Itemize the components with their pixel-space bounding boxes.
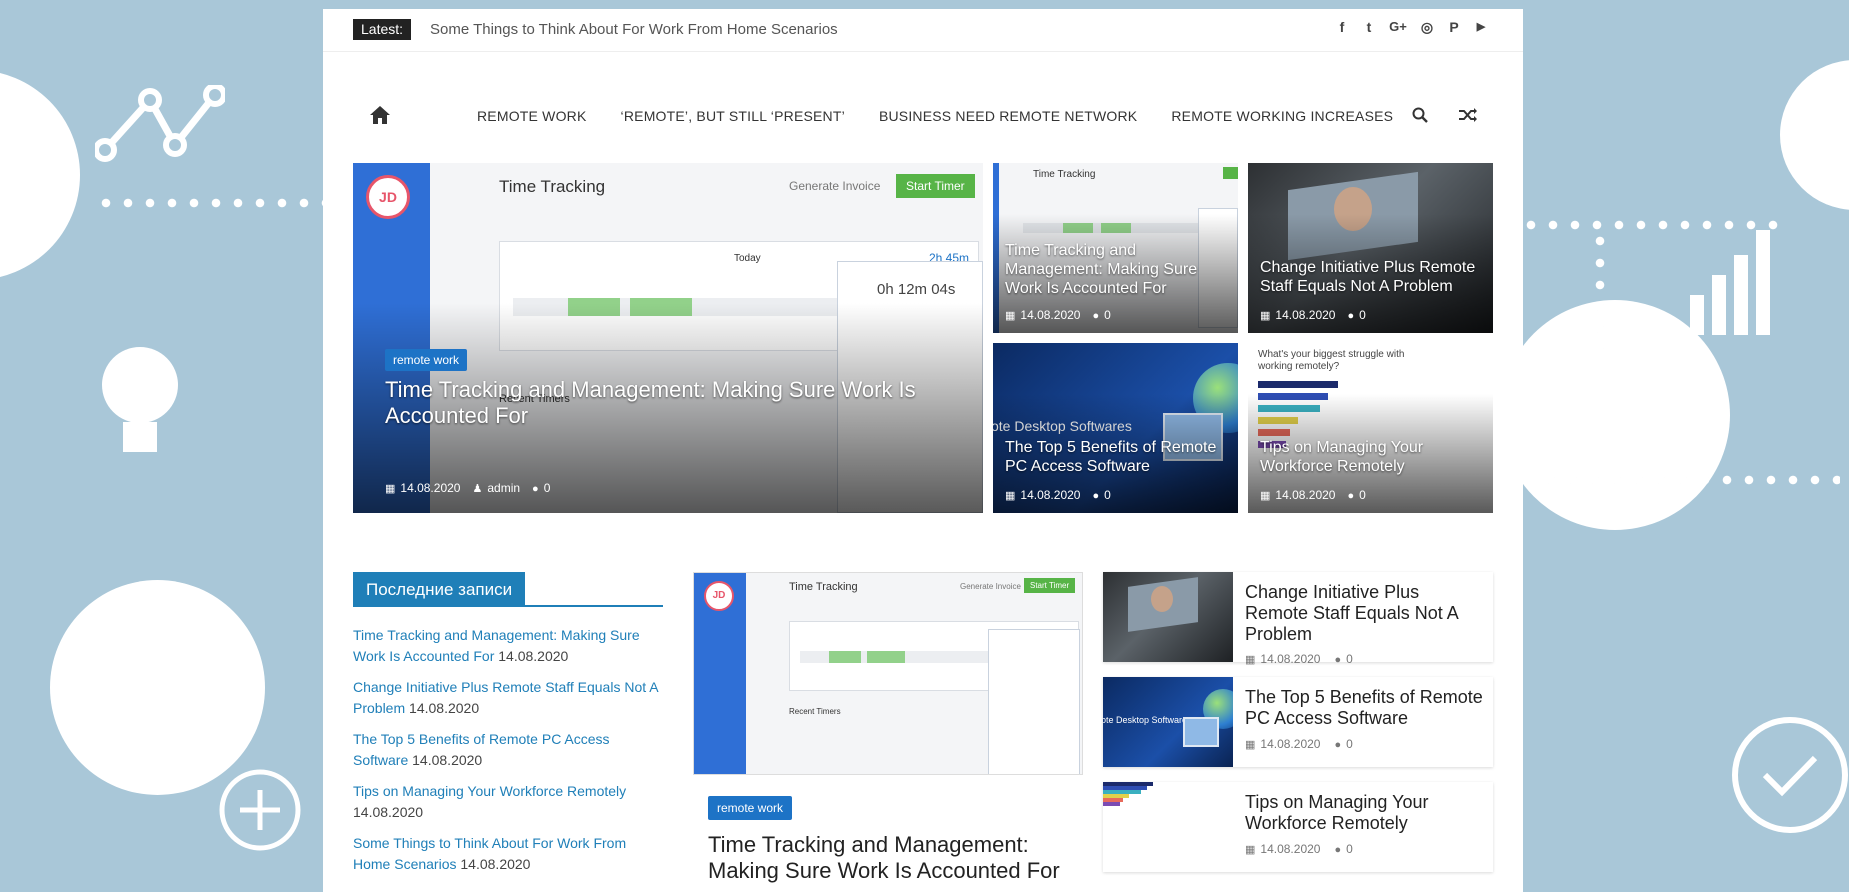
bg-dots	[1595, 230, 1605, 350]
category-pill[interactable]: remote work	[385, 349, 468, 371]
featured-main-post[interactable]: JD Time Tracking Generate Invoice Start …	[353, 163, 983, 513]
shuffle-icon[interactable]	[1458, 107, 1478, 123]
bg-stopwatch-icon	[1732, 717, 1848, 833]
featured-tile[interactable]: Time Tracking Time Tracking and Manageme…	[993, 163, 1238, 333]
comment-icon: ●	[1347, 490, 1355, 502]
comment-icon: ●	[1334, 654, 1342, 666]
screenshot-timer: 0h 12m 04s	[877, 281, 956, 298]
tile-title[interactable]: Time Tracking and Management: Making Sur…	[1005, 241, 1230, 298]
category-pill[interactable]: remote work	[708, 796, 793, 820]
bg-dots	[1540, 475, 1840, 485]
calendar-icon: ▦	[1005, 310, 1016, 322]
calendar-icon: ▦	[1245, 844, 1256, 856]
bg-avatar-circle	[50, 580, 265, 795]
bg-lightbulb-icon	[102, 347, 178, 452]
featured-tile[interactable]: Change Initiative Plus Remote Staff Equa…	[1248, 163, 1493, 333]
latest-headline-link[interactable]: Some Things to Think About For Work From…	[430, 19, 838, 40]
post-meta: ▦ 14.08.2020 ● 0	[1245, 737, 1353, 751]
bg-bar-chart-icon	[1690, 230, 1770, 335]
twitter-icon[interactable]: t	[1361, 19, 1377, 35]
tile-title[interactable]: The Top 5 Benefits of Remote PC Access S…	[1005, 438, 1230, 476]
post-title[interactable]: Tips on Managing Your Workforce Remotely	[1245, 792, 1485, 834]
calendar-icon: ▦	[1260, 490, 1271, 502]
page-container: Latest: Some Things to Think About For W…	[323, 9, 1523, 892]
list-item: The Top 5 Benefits of Remote PC Access S…	[353, 731, 610, 768]
bg-avatar-circle	[1780, 60, 1849, 210]
tile-meta: ▦ 14.08.2020 ● 0	[1005, 488, 1111, 502]
calendar-icon: ▦	[1005, 490, 1016, 502]
main-nav: REMOTE WORK ‘REMOTE’, BUT STILL ‘PRESENT…	[323, 53, 1523, 163]
post-thumbnail[interactable]: ote Desktop Softwares	[1103, 677, 1233, 767]
featured-main-meta: ▦ 14.08.2020 ♟ admin ● 0	[385, 481, 551, 495]
list-item: Time Tracking and Management: Making Sur…	[353, 627, 640, 664]
calendar-icon: ▦	[1245, 739, 1256, 751]
calendar-icon: ▦	[1260, 310, 1271, 322]
post-thumbnail[interactable]	[1103, 572, 1233, 662]
list-item[interactable]: Tips on Managing Your Workforce Remotely…	[1103, 782, 1493, 872]
tile-meta: ▦ 14.08.2020 ● 0	[1260, 308, 1366, 322]
center-post-image[interactable]: JD Time Tracking Generate Invoice Start …	[693, 572, 1083, 775]
screenshot-start-timer: Start Timer	[896, 174, 975, 198]
bg-dots	[95, 198, 325, 208]
instagram-icon[interactable]: ◎	[1419, 19, 1435, 35]
widget-title: Последние записи	[353, 572, 526, 607]
comment-icon: ●	[1347, 310, 1355, 322]
search-icon[interactable]	[1412, 107, 1428, 123]
tile-title[interactable]: Change Initiative Plus Remote Staff Equa…	[1260, 258, 1485, 296]
nav-item-remote-work[interactable]: REMOTE WORK	[477, 108, 587, 124]
comment-icon: ●	[1092, 490, 1100, 502]
latest-badge: Latest:	[353, 19, 412, 40]
post-title[interactable]: Change Initiative Plus Remote Staff Equa…	[1245, 582, 1485, 645]
tile-meta: ▦ 14.08.2020 ● 0	[1260, 488, 1366, 502]
post-thumbnail[interactable]	[1103, 782, 1233, 872]
google-plus-icon[interactable]: G+	[1388, 19, 1408, 35]
post-title[interactable]: The Top 5 Benefits of Remote PC Access S…	[1245, 687, 1485, 729]
user-icon: ♟	[472, 483, 483, 495]
list-item: Some Things to Think About For Work From…	[353, 835, 627, 872]
post-meta: ▦ 14.08.2020 ● 0	[1245, 652, 1353, 666]
avatar: JD	[366, 175, 410, 219]
list-item[interactable]: ote Desktop Softwares The Top 5 Benefits…	[1103, 677, 1493, 767]
facebook-icon[interactable]: f	[1334, 19, 1350, 35]
nav-item-business-need-remote-network[interactable]: BUSINESS NEED REMOTE NETWORK	[879, 108, 1137, 124]
tile-meta: ▦ 14.08.2020 ● 0	[1005, 308, 1111, 322]
screenshot-today: Today	[734, 253, 761, 264]
pinterest-icon[interactable]: P	[1446, 19, 1462, 35]
center-post-title[interactable]: Time Tracking and Management: Making Sur…	[708, 832, 1068, 884]
comment-icon: ●	[1334, 844, 1342, 856]
calendar-icon: ▦	[385, 483, 396, 495]
list-item: Change Initiative Plus Remote Staff Equa…	[353, 679, 658, 716]
center-post: JD Time Tracking Generate Invoice Start …	[693, 572, 1083, 892]
top-bar: Latest: Some Things to Think About For W…	[323, 9, 1523, 52]
post-meta: ▦ 14.08.2020 ● 0	[1245, 842, 1353, 856]
bg-plus-circle-icon	[219, 769, 301, 851]
bg-avatar-circle	[0, 70, 80, 280]
featured-tile[interactable]: ote Desktop Softwares The Top 5 Benefits…	[993, 343, 1238, 513]
calendar-icon: ▦	[1245, 654, 1256, 666]
bg-line-chart-icon	[95, 85, 225, 162]
tile-title[interactable]: Tips on Managing Your Workforce Remotely	[1260, 438, 1485, 476]
home-icon[interactable]	[369, 105, 391, 125]
recent-posts-widget: Последние записи Time Tracking and Manag…	[353, 572, 663, 885]
comment-icon: ●	[532, 483, 539, 495]
social-links: f t G+ ◎ P ▶	[1334, 19, 1489, 35]
screenshot-title: Time Tracking	[499, 177, 606, 196]
youtube-icon[interactable]: ▶	[1473, 19, 1489, 35]
list-item: Tips on Managing Your Workforce Remotely…	[353, 783, 627, 820]
featured-main-title[interactable]: Time Tracking and Management: Making Sur…	[385, 377, 945, 429]
nav-item-remote-working-increases[interactable]: REMOTE WORKING INCREASES	[1171, 108, 1393, 124]
comment-icon: ●	[1334, 739, 1342, 751]
nav-item-remote-but-present[interactable]: ‘REMOTE’, BUT STILL ‘PRESENT’	[621, 108, 845, 124]
featured-tile[interactable]: What's your biggest struggle with workin…	[1248, 343, 1493, 513]
comment-icon: ●	[1092, 310, 1100, 322]
related-posts-list: Change Initiative Plus Remote Staff Equa…	[1103, 572, 1493, 887]
screenshot-invoice: Generate Invoice	[789, 179, 881, 193]
list-item[interactable]: Change Initiative Plus Remote Staff Equa…	[1103, 572, 1493, 666]
